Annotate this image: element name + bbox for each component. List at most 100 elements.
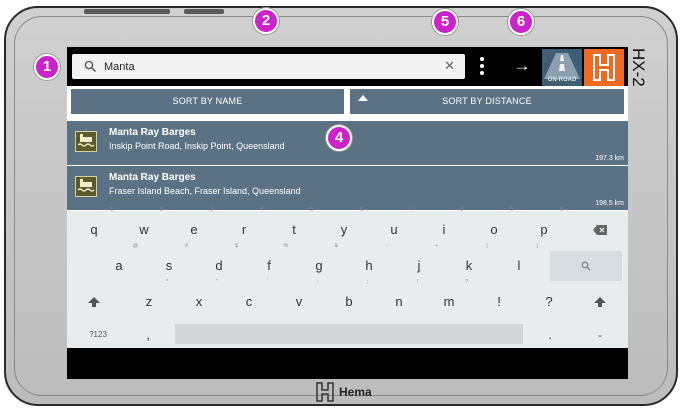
top-bar: ✕ → ON-ROAD: [67, 47, 628, 86]
clear-icon[interactable]: ✕: [444, 59, 455, 73]
key-label: d: [215, 258, 223, 273]
key[interactable]: j +: [394, 243, 444, 281]
key-label: r: [241, 222, 247, 237]
barge-icon: [75, 176, 97, 197]
key[interactable]: v:: [274, 279, 324, 317]
key[interactable]: f%: [244, 243, 294, 281]
barge-icon: [75, 131, 97, 152]
key-label: u: [390, 222, 398, 237]
menu-dot-icon: [480, 64, 484, 68]
result-distance: 197.3 km: [595, 155, 624, 162]
key-hint: !: [416, 279, 418, 285]
backspace-key[interactable]: [575, 215, 625, 245]
key-hint: 2: [160, 207, 163, 213]
key[interactable]: k(: [444, 243, 494, 281]
key-hint: %: [283, 243, 288, 249]
key-hint: 1: [110, 207, 113, 213]
search-icon: [84, 60, 97, 73]
key-hint: ': [267, 279, 268, 285]
shift-key-right[interactable]: [575, 287, 625, 317]
on-screen-keyboard: ?123 , . ⌄ q 1 w 2 e 3 r 4 t 5 y 6 u 7 i 8 o 9 p 0 a @ s # d $ f% g…: [67, 207, 628, 350]
key[interactable]: n!: [374, 279, 424, 317]
shift-key-left[interactable]: [69, 287, 119, 317]
key[interactable]: h-: [344, 243, 394, 281]
search-input[interactable]: [104, 56, 434, 77]
key[interactable]: c ': [224, 279, 274, 317]
menu-dot-icon: [480, 71, 484, 75]
key[interactable]: x ": [174, 279, 224, 317]
key-hint: ": [216, 279, 218, 285]
sort-by-distance-button[interactable]: SORT BY DISTANCE: [350, 89, 624, 114]
on-road-label: ON-ROAD: [547, 77, 577, 83]
key[interactable]: t5: [269, 207, 319, 245]
space-key[interactable]: [175, 324, 523, 344]
key-label: ?: [545, 294, 553, 309]
key[interactable]: a @: [94, 243, 144, 281]
key-label: o: [490, 222, 498, 237]
go-button[interactable]: →: [507, 53, 537, 79]
key-label: v: [295, 294, 303, 309]
brand: Hema: [315, 382, 387, 402]
key[interactable]: z *: [124, 279, 174, 317]
key-hint: 8: [460, 207, 463, 213]
annotation-marker-1: 1: [34, 54, 60, 80]
key[interactable]: p0: [519, 207, 569, 245]
key[interactable]: !: [474, 287, 524, 317]
more-options-button[interactable]: [471, 55, 493, 78]
key[interactable]: w2: [119, 207, 169, 245]
annotation-marker-6: 6: [508, 9, 534, 35]
on-road-mode-button[interactable]: ON-ROAD: [542, 49, 582, 86]
key[interactable]: l): [494, 243, 544, 281]
key-hint: 5: [310, 207, 313, 213]
key-hint: (: [486, 243, 488, 249]
sort-by-name-button[interactable]: SORT BY NAME: [71, 89, 344, 114]
key-label: j: [417, 258, 421, 273]
key-label: i: [442, 222, 446, 237]
annotation-marker-4: 4: [326, 125, 352, 151]
bottom-bar: [67, 348, 628, 379]
key[interactable]: ?: [524, 287, 574, 317]
key-hint: ): [536, 243, 538, 249]
key[interactable]: e3: [169, 207, 219, 245]
key[interactable]: g &: [294, 243, 344, 281]
key-hint: 9: [510, 207, 513, 213]
key[interactable]: b;: [324, 279, 374, 317]
key-hint: +: [435, 243, 438, 249]
key[interactable]: i8: [419, 207, 469, 245]
result-address: Inskip Point Road, Inskip Point, Queensl…: [109, 141, 285, 151]
search-bar[interactable]: ✕: [72, 54, 465, 79]
key-label: z: [145, 294, 153, 309]
key[interactable]: d $: [194, 243, 244, 281]
hema-logo-icon: [316, 382, 334, 402]
key[interactable]: m?: [424, 279, 474, 317]
result-title: Manta Ray Barges: [109, 127, 196, 138]
key-label: k: [465, 258, 473, 273]
key-hint: @: [132, 243, 138, 249]
screen: ✕ → ON-ROAD SORT BY NAME SORT BY DISTANC…: [67, 47, 628, 379]
key[interactable]: u7: [369, 207, 419, 245]
key-hint: #: [185, 243, 188, 249]
hema-logo-icon: [593, 54, 615, 81]
annotation-marker-2: 2: [253, 8, 279, 34]
key[interactable]: y6: [319, 207, 369, 245]
keyboard-search-key[interactable]: [550, 251, 622, 281]
hema-logo-button[interactable]: [584, 49, 624, 86]
key-label: l: [517, 258, 521, 273]
key-hint: 6: [360, 207, 363, 213]
comma-key[interactable]: ,: [123, 320, 173, 350]
hide-keyboard-key[interactable]: ⌄: [575, 320, 625, 350]
key-label: m: [443, 294, 455, 309]
key-label: c: [245, 294, 253, 309]
key-hint: ?: [465, 279, 468, 285]
key[interactable]: s #: [144, 243, 194, 281]
period-key[interactable]: .: [525, 320, 575, 350]
key[interactable]: q1: [69, 207, 119, 245]
key[interactable]: r4: [219, 207, 269, 245]
key-label: x: [195, 294, 203, 309]
shift-icon: [88, 297, 100, 307]
key-label: y: [340, 222, 348, 237]
key[interactable]: o9: [469, 207, 519, 245]
result-item[interactable]: Manta Ray Barges Fraser Island Beach, Fr…: [67, 166, 628, 210]
symbols-key[interactable]: ?123: [73, 320, 123, 350]
volume-button: [84, 9, 170, 14]
